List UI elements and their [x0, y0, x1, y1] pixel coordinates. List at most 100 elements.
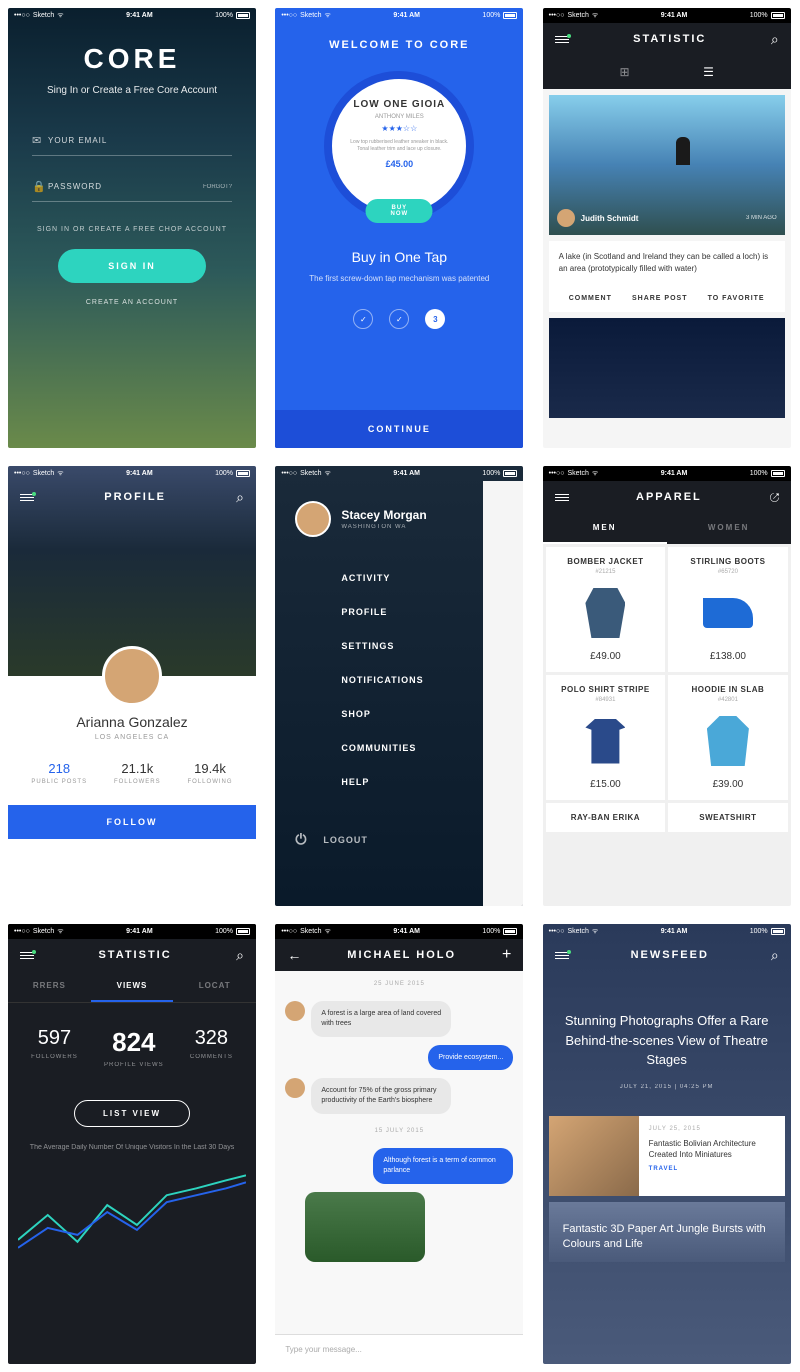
share-button[interactable]: SHARE POST — [632, 295, 688, 302]
follow-button[interactable]: FOLLOW — [8, 805, 256, 839]
sender-avatar[interactable] — [285, 1078, 305, 1098]
list-view-icon[interactable]: ☰ — [703, 65, 714, 79]
product-card[interactable]: RAY-BAN ERIKA — [546, 803, 666, 832]
page-title: PROFILE — [34, 491, 236, 503]
buy-button[interactable]: BUY NOW — [366, 199, 433, 223]
stat-posts[interactable]: 218PUBLIC POSTS — [31, 761, 87, 785]
battery-pct: 100% — [750, 928, 768, 935]
tab-location[interactable]: LOCAT — [173, 971, 256, 1002]
menu-icon[interactable] — [20, 494, 34, 501]
menu-shop[interactable]: SHOP — [295, 697, 466, 731]
list-view-button[interactable]: LIST VIEW — [74, 1100, 190, 1127]
status-bar: Sketch 9:41 AM 100% — [543, 466, 791, 481]
tab-referrers[interactable]: RRERS — [8, 971, 91, 1002]
grid-view-icon[interactable]: ⊞ — [619, 65, 629, 79]
product-sku: #84931 — [556, 697, 656, 703]
subtitle: Sing In or Create a Free Core Account — [32, 85, 232, 96]
menu-icon[interactable] — [20, 952, 34, 959]
password-field[interactable]: 🔒 PASSWORD FORGOT? — [32, 172, 232, 202]
page-dot-3[interactable]: 3 — [425, 309, 445, 329]
menu-notifications[interactable]: NOTIFICATIONS — [295, 663, 466, 697]
tab-women[interactable]: WOMEN — [667, 513, 791, 544]
menu-communities[interactable]: COMMUNITIES — [295, 731, 466, 765]
product-card[interactable]: POLO SHIRT STRIPE#84931£15.00 — [546, 675, 666, 800]
favorite-button[interactable]: TO FAVORITE — [708, 295, 765, 302]
cart-icon[interactable] — [769, 490, 779, 505]
profile-hero: Sketch 9:41 AM 100% PROFILE — [8, 466, 256, 676]
menu-profile[interactable]: PROFILE — [295, 595, 466, 629]
search-icon[interactable] — [771, 31, 779, 48]
clock: 9:41 AM — [661, 470, 688, 477]
user-avatar — [295, 501, 331, 537]
menu-icon[interactable] — [555, 494, 569, 501]
forgot-link[interactable]: FORGOT? — [203, 184, 232, 190]
menu-activity[interactable]: ACTIVITY — [295, 561, 466, 595]
add-icon[interactable] — [502, 946, 511, 964]
tab-views[interactable]: VIEWS — [91, 971, 174, 1002]
article-title: Fantastic Bolivian Architecture Created … — [649, 1138, 775, 1160]
wifi-icon — [57, 469, 63, 478]
product-card[interactable]: HOODIE IN SLAB#42801£39.00 — [668, 675, 788, 800]
posts-count: 218 — [31, 761, 87, 776]
article-tag[interactable]: TRAVEL — [649, 1166, 775, 1172]
headline-title: Stunning Photographs Offer a Rare Behind… — [563, 1011, 771, 1070]
back-icon[interactable] — [287, 947, 301, 963]
post-image-2[interactable] — [549, 318, 785, 418]
page-dot-1[interactable] — [353, 309, 373, 329]
message-image[interactable] — [305, 1192, 425, 1262]
product-image — [585, 719, 625, 764]
battery-pct: 100% — [215, 470, 233, 477]
stat-following[interactable]: 19.4kFOLLOWING — [188, 761, 233, 785]
message-row: Provide ecosystem... — [275, 1041, 523, 1075]
page-title: NEWSFEED — [569, 949, 771, 961]
content-peek[interactable] — [483, 481, 523, 906]
article-card[interactable]: JULY 25, 2015 Fantastic Bolivian Archite… — [549, 1116, 785, 1196]
headline-article[interactable]: Stunning Photographs Offer a Rare Behind… — [543, 971, 791, 1110]
product-name: BOMBER JACKET — [556, 557, 656, 566]
product-price: £138.00 — [678, 651, 778, 662]
create-account-link[interactable]: CREATE AN ACCOUNT — [32, 299, 232, 306]
stat-followers[interactable]: 21.1kFOLLOWERS — [114, 761, 161, 785]
battery-pct: 100% — [750, 12, 768, 19]
product-card[interactable]: BOMBER JACKET#21215£49.00 — [546, 547, 666, 672]
signin-screen: Sketch 9:41 AM 100% CORE Sing In or Crea… — [8, 8, 256, 448]
author-avatar[interactable] — [557, 209, 575, 227]
comment-button[interactable]: COMMENT — [569, 295, 612, 302]
search-icon[interactable] — [771, 947, 779, 964]
menu-settings[interactable]: SETTINGS — [295, 629, 466, 663]
product-card[interactable]: SWEATSHIRT — [668, 803, 788, 832]
logout-label: LOGOUT — [323, 835, 368, 845]
article-card-2[interactable]: Fantastic 3D Paper Art Jungle Bursts wit… — [549, 1202, 785, 1263]
menu-icon[interactable] — [555, 36, 569, 43]
continue-button[interactable]: CONTINUE — [275, 410, 523, 448]
search-icon[interactable] — [236, 947, 244, 964]
profile-avatar[interactable] — [102, 646, 162, 706]
user-name: Stacey Morgan — [341, 508, 426, 522]
menu-icon[interactable] — [555, 952, 569, 959]
signal-icon — [549, 928, 565, 935]
email-field[interactable]: ✉ YOUR EMAIL — [32, 126, 232, 156]
following-label: FOLLOWING — [188, 779, 233, 785]
chat-screen: Sketch 9:41 AM 100% MICHAEL HOLO 25 JUNE… — [275, 924, 523, 1364]
wifi-icon — [325, 11, 331, 20]
product-card[interactable]: STIRLING BOOTS#65720£138.00 — [668, 547, 788, 672]
page-dot-2[interactable] — [389, 309, 409, 329]
search-icon[interactable] — [236, 489, 244, 506]
welcome-screen: Sketch 9:41 AM 100% WELCOME TO CORE LOW … — [275, 8, 523, 448]
product-image — [707, 716, 749, 766]
message-input[interactable]: Type your message... — [275, 1334, 523, 1364]
sender-avatar[interactable] — [285, 1001, 305, 1021]
carrier: Sketch — [300, 928, 321, 935]
signin-button[interactable]: SIGN IN — [58, 249, 206, 283]
message-row: Account for 75% of the gross primary pro… — [275, 1074, 523, 1118]
author-name[interactable]: Judith Schmidt — [581, 214, 639, 223]
statistic-views-screen: Sketch 9:41 AM 100% STATISTIC RRERS VIEW… — [8, 924, 256, 1364]
menu-help[interactable]: HELP — [295, 765, 466, 799]
status-bar: Sketch 9:41 AM 100% — [8, 466, 256, 481]
post-image[interactable]: Judith Schmidt 3 MIN AGO — [549, 95, 785, 235]
tab-men[interactable]: MEN — [543, 513, 667, 544]
user-header[interactable]: Stacey MorganWASHINGTON WA — [295, 501, 466, 537]
product-name: SWEATSHIRT — [678, 813, 778, 822]
battery-icon — [236, 928, 250, 935]
logout-button[interactable]: LOGOUT — [295, 819, 466, 860]
